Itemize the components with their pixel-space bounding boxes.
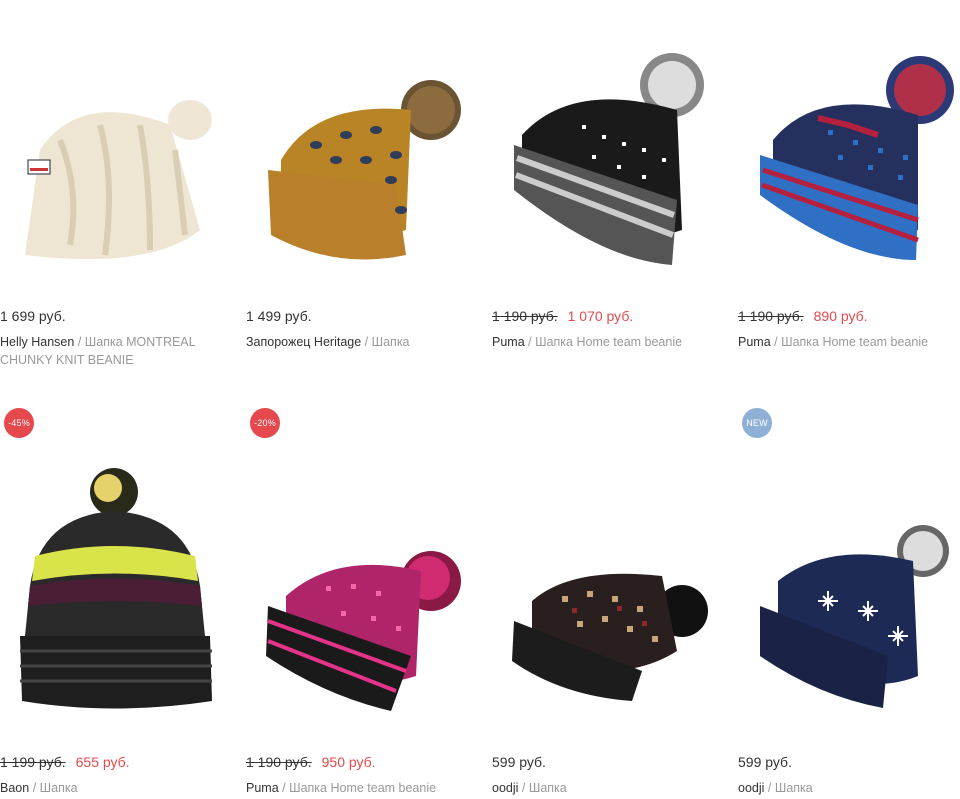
brand-link[interactable]: Puma xyxy=(246,781,279,795)
beanie-image[interactable] xyxy=(0,30,230,290)
separator: / xyxy=(77,335,82,349)
price: 599 руб. xyxy=(492,754,546,770)
brand-link[interactable]: Helly Hansen xyxy=(0,335,74,349)
brand-link[interactable]: oodji xyxy=(738,781,764,795)
product-title[interactable]: Helly Hansen / Шапка MONTREAL CHUNKY KNI… xyxy=(0,333,230,369)
brand-link[interactable]: Запорожец Heritage xyxy=(246,335,361,349)
beanie-image[interactable] xyxy=(246,30,476,290)
product-name[interactable]: Шапка Home team beanie xyxy=(781,335,928,349)
price: 1 190 руб. 950 руб. xyxy=(246,754,376,770)
beanie-image[interactable] xyxy=(738,456,960,716)
product-title[interactable]: Puma / Шапка Home team beanie xyxy=(738,333,960,351)
brand-link[interactable]: oodji xyxy=(492,781,518,795)
beanie-image[interactable] xyxy=(738,30,960,290)
sale-price: 950 руб. xyxy=(321,754,376,770)
discount-badge: -45% xyxy=(4,408,34,438)
current-price: 1 699 руб. xyxy=(0,308,66,324)
product-name[interactable]: Шапка Home team beanie xyxy=(289,781,436,795)
separator: / xyxy=(521,781,526,795)
sale-price: 655 руб. xyxy=(75,754,130,770)
old-price: 1 190 руб. xyxy=(492,308,558,324)
price: 1 199 руб. 655 руб. xyxy=(0,754,130,770)
product-title[interactable]: Puma / Шапка Home team beanie xyxy=(492,333,722,351)
brand-link[interactable]: Puma xyxy=(738,335,771,349)
product-name[interactable]: Шапка xyxy=(40,781,78,795)
product-title[interactable]: Puma / Шапка Home team beanie xyxy=(246,779,476,797)
separator: / xyxy=(767,781,772,795)
sale-price: 1 070 руб. xyxy=(567,308,634,324)
product-title[interactable]: oodji / Шапка xyxy=(492,779,722,797)
product-name[interactable]: Шапка xyxy=(775,781,813,795)
price: 1 499 руб. xyxy=(246,308,312,324)
product-name[interactable]: Шапка xyxy=(529,781,567,795)
old-price: 1 199 руб. xyxy=(0,754,66,770)
discount-badge: -20% xyxy=(250,408,280,438)
brand-link[interactable]: Baon xyxy=(0,781,29,795)
product-name[interactable]: Шапка xyxy=(372,335,410,349)
separator: / xyxy=(774,335,778,349)
separator: / xyxy=(528,335,532,349)
product-title[interactable]: Baon / Шапка xyxy=(0,779,230,797)
product-title[interactable]: oodji / Шапка xyxy=(738,779,960,797)
product-title[interactable]: Запорожец Heritage / Шапка xyxy=(246,333,476,351)
old-price: 1 190 руб. xyxy=(738,308,804,324)
beanie-image[interactable] xyxy=(492,30,722,290)
separator: / xyxy=(364,335,369,349)
price: 1 190 руб. 890 руб. xyxy=(738,308,868,324)
beanie-image[interactable] xyxy=(492,456,722,716)
separator: / xyxy=(282,781,286,795)
separator: / xyxy=(32,781,37,795)
old-price: 1 190 руб. xyxy=(246,754,312,770)
beanie-image[interactable] xyxy=(246,456,476,716)
product-name[interactable]: Шапка Home team beanie xyxy=(535,335,682,349)
sale-price: 890 руб. xyxy=(813,308,868,324)
current-price: 599 руб. xyxy=(738,754,792,770)
current-price: 599 руб. xyxy=(492,754,546,770)
price: 599 руб. xyxy=(738,754,792,770)
price: 1 190 руб. 1 070 руб. xyxy=(492,308,633,324)
beanie-image[interactable] xyxy=(0,456,230,716)
product-grid: 1 699 руб. Helly Hansen / Шапка MONTREAL… xyxy=(0,0,960,799)
brand-link[interactable]: Puma xyxy=(492,335,525,349)
new-badge: NEW xyxy=(742,408,772,438)
price: 1 699 руб. xyxy=(0,308,66,324)
current-price: 1 499 руб. xyxy=(246,308,312,324)
